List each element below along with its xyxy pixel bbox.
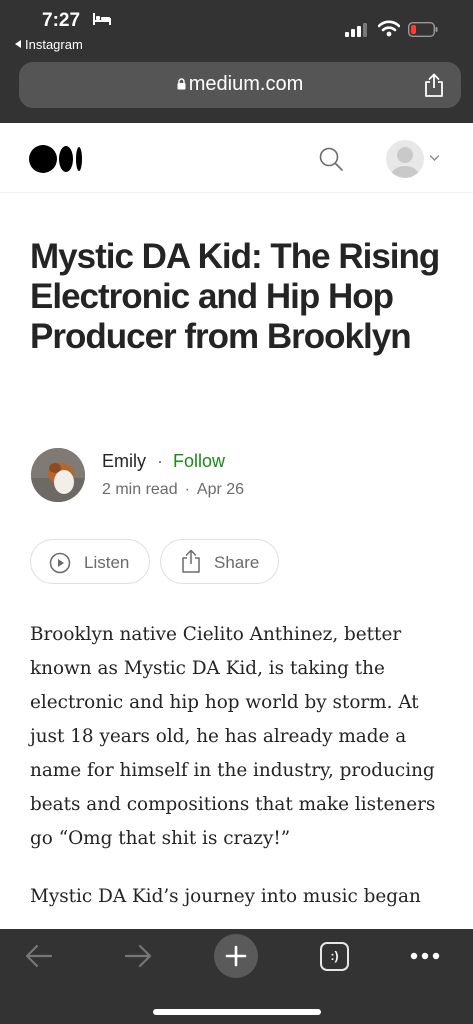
battery-icon <box>408 22 438 37</box>
share-button[interactable]: Share <box>160 539 279 584</box>
tabs-icon[interactable]: :) <box>320 942 349 971</box>
medium-logo[interactable] <box>29 144 83 174</box>
search-icon[interactable] <box>318 146 344 172</box>
back-to-app-link[interactable]: Instagram <box>15 37 83 52</box>
status-time: 7:27 <box>42 10 81 31</box>
play-icon <box>49 552 71 574</box>
separator-dot: · <box>157 451 163 471</box>
url-text: medium.com <box>188 73 304 95</box>
follow-button[interactable]: Follow <box>173 451 225 472</box>
back-triangle-icon <box>15 40 21 48</box>
share-label: Share <box>214 553 260 572</box>
article-paragraph: Brooklyn native Cielito Anthinez, better… <box>30 624 436 849</box>
publish-date: Apr 26 <box>196 481 245 498</box>
article-paragraph: Mystic DA Kid’s journey into music began <box>30 886 421 907</box>
chevron-down-icon[interactable] <box>429 154 440 162</box>
bed-icon <box>93 13 111 25</box>
more-icon[interactable] <box>410 952 440 960</box>
article-meta: 2 min read · Apr 26 <box>102 481 244 499</box>
home-indicator[interactable] <box>153 1009 321 1015</box>
plus-icon <box>225 945 247 967</box>
author-name[interactable]: Emily <box>102 451 146 472</box>
listen-label: Listen <box>84 553 130 572</box>
wifi-icon <box>378 20 400 37</box>
share-icon <box>182 549 200 573</box>
share-icon[interactable] <box>423 73 445 98</box>
author-avatar[interactable] <box>31 448 85 502</box>
site-header <box>0 123 473 193</box>
article-title: Mystic DA Kid: The Rising Electronic and… <box>30 237 440 356</box>
lock-icon <box>177 78 186 90</box>
address-bar[interactable]: medium.com <box>19 62 461 108</box>
meta-separator: · <box>184 481 190 498</box>
back-app-label: Instagram <box>25 37 83 52</box>
read-time: 2 min read <box>102 481 178 498</box>
arrow-left-icon[interactable] <box>25 943 53 969</box>
arrow-right-icon[interactable] <box>124 943 152 969</box>
user-avatar-icon[interactable] <box>386 140 424 178</box>
new-tab-button[interactable] <box>214 934 258 978</box>
browser-chrome: 7:27 Instagram medium.com <box>0 0 473 123</box>
listen-button[interactable]: Listen <box>30 539 150 584</box>
browser-toolbar: :) <box>0 929 473 1024</box>
signal-icon <box>345 23 367 37</box>
